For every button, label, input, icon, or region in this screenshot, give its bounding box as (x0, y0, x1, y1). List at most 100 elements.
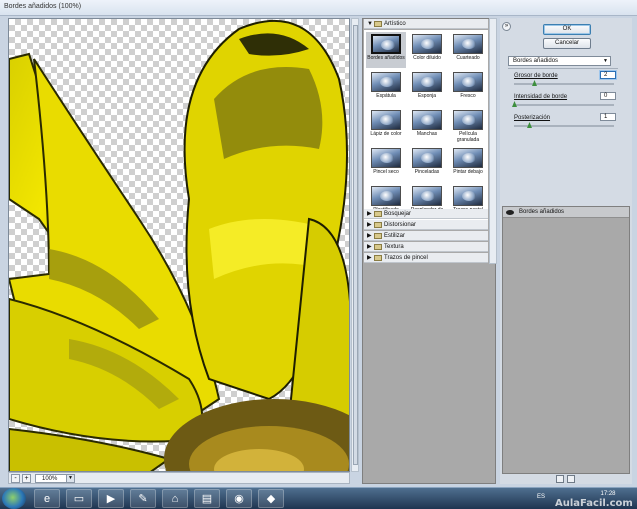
category-label: Trazos de pincel (384, 255, 428, 261)
chevron-down-icon: ▼ (603, 58, 608, 64)
filter-preview-image (412, 186, 442, 206)
filter-thumbnail[interactable]: Cuarteado (448, 32, 488, 68)
eye-icon[interactable] (506, 210, 514, 215)
filter-preview-image (371, 186, 401, 206)
preview-vertical-scrollbar[interactable] (351, 18, 359, 472)
filter-preview-image (412, 72, 442, 92)
parameter-label: Intensidad de borde (514, 94, 568, 100)
effect-layers: Bordes añadidos (502, 206, 630, 474)
zoom-select[interactable]: 100% ▼ (35, 474, 75, 483)
category-row[interactable]: ▶ Estilizar (364, 231, 488, 241)
category-row[interactable]: ▶ Trazos de pincel (364, 253, 488, 263)
chevron-right-icon: ▶ (367, 233, 372, 239)
filter-thumbnail-label: Pintar debajo (453, 169, 483, 175)
scrollbar-thumb[interactable] (353, 25, 358, 465)
app-icon[interactable]: ◆ (258, 489, 284, 508)
layer-name: Bordes añadidos (519, 209, 565, 215)
chevron-down-icon: ▼ (367, 21, 373, 27)
filter-thumbnail-label: Película granulada (456, 131, 480, 143)
filter-thumbnails: Bordes añadidos Color diluido Cuarteado Esp… (364, 30, 488, 226)
parameter-label: Posterización (514, 115, 551, 121)
filter-thumbnail[interactable]: Fresco (448, 70, 488, 106)
image-preview[interactable] (8, 18, 350, 472)
category-artistico[interactable]: ▼ Artístico (364, 19, 488, 29)
network-icon[interactable]: ⌂ (162, 489, 188, 508)
filter-thumbnail[interactable]: Color diluido (407, 32, 447, 68)
category-row[interactable]: ▶ Textura (364, 242, 488, 252)
parameter-slider-track[interactable] (514, 104, 614, 106)
category-label: Estilizar (384, 233, 406, 239)
chevron-right-icon: ▶ (367, 211, 372, 217)
category-row[interactable]: ▶ Distorsionar (364, 220, 488, 230)
category-label: Textura (384, 244, 404, 250)
window-title: Bordes añadidos (100%) (4, 3, 82, 10)
filter-preview-image (453, 186, 483, 206)
delete-layer-icon[interactable] (567, 475, 575, 483)
filter-thumbnail[interactable]: Pincel seco (366, 146, 406, 182)
paint-icon[interactable]: ✎ (130, 489, 156, 508)
filter-thumbnail-label: Bordes añadidos (367, 55, 405, 61)
filter-select-value: Bordes añadidos (513, 58, 559, 64)
parameter-row: Posterización 1 (514, 113, 616, 135)
folder-icon (374, 211, 382, 217)
filter-thumbnail[interactable]: Espátula (366, 70, 406, 106)
category-row[interactable]: ▶ Bosquejar (364, 209, 488, 219)
filter-preview-image (371, 148, 401, 168)
ok-button[interactable]: OK (543, 24, 591, 35)
chevron-down-icon: ▼ (66, 475, 74, 482)
chevron-right-icon: ▶ (367, 244, 372, 250)
filter-thumbnail[interactable]: Manchas (407, 108, 447, 144)
language-indicator[interactable]: ES (537, 494, 545, 500)
start-button[interactable] (2, 488, 26, 509)
filter-thumbnail[interactable]: Lápiz de color (366, 108, 406, 144)
zoom-out-button[interactable]: - (11, 474, 20, 483)
filter-thumbnail-label: Color diluido (413, 55, 441, 61)
parameter-row: Grosor de borde 2 (514, 71, 616, 93)
folder-icon (374, 244, 382, 250)
filter-thumbnail-label: Pincel seco (373, 169, 399, 175)
filter-thumbnail[interactable]: Pinceladas (407, 146, 447, 182)
filter-thumbnail-label: Fresco (460, 93, 476, 99)
zoom-bar: - + 100% ▼ (8, 472, 350, 484)
filter-thumbnail[interactable]: Pintar debajo (448, 146, 488, 182)
parameter-value-input[interactable]: 1 (600, 113, 616, 121)
category-label: Artístico (384, 21, 406, 27)
filter-thumbnail-label: Manchas (416, 131, 438, 137)
internet-explorer-icon[interactable]: e (34, 489, 60, 508)
parameter-slider-track[interactable] (514, 83, 614, 85)
folder-icon[interactable]: ▭ (66, 489, 92, 508)
new-layer-icon[interactable] (556, 475, 564, 483)
collapse-gallery-button[interactable]: » (502, 22, 511, 31)
chevron-right-icon: ▶ (367, 222, 372, 228)
filter-thumbnail-label: Cuarteado (456, 55, 480, 61)
cancel-button[interactable]: Cancelar (543, 38, 591, 49)
filter-preview-image (412, 148, 442, 168)
filter-preview-image (453, 110, 483, 130)
folder-icon (374, 222, 382, 228)
media-player-icon[interactable]: ▶ (98, 489, 124, 508)
zoom-in-button[interactable]: + (22, 474, 31, 483)
gallery-scrollbar[interactable] (489, 18, 497, 264)
chrome-icon[interactable]: ◉ (226, 489, 252, 508)
parameter-value-input[interactable]: 0 (600, 92, 616, 100)
parameter-row: Intensidad de borde 0 (512, 92, 616, 114)
filter-thumbnail-label: Esponja (417, 93, 437, 99)
clock[interactable]: 17:28 (596, 491, 620, 498)
filter-thumbnail-label: Espátula (376, 93, 396, 99)
printer-icon[interactable]: ▤ (194, 489, 220, 508)
parameter-value-input[interactable]: 2 (600, 71, 616, 79)
category-label: Distorsionar (384, 222, 417, 228)
filter-preview-image (453, 72, 483, 92)
filter-preview-image (371, 72, 401, 92)
watermark: AulaFacil.com (555, 498, 633, 509)
taskbar: e ▭ ▶ ✎ ⌂ ▤ ◉ ◆ ES 17:28 (0, 487, 637, 509)
filter-thumbnail[interactable]: Bordes añadidos (366, 32, 406, 68)
parameter-label: Grosor de borde (514, 73, 558, 79)
effect-layer-row[interactable]: Bordes añadidos (503, 207, 629, 218)
filter-thumbnail[interactable]: Película granulada (448, 108, 488, 144)
window-title-bar: Bordes añadidos (100%) (0, 0, 637, 16)
filter-preview-image (412, 110, 442, 130)
filter-select[interactable]: Bordes añadidos ▼ (508, 56, 611, 66)
filter-thumbnail[interactable]: Esponja (407, 70, 447, 106)
chevron-right-icon: ▶ (367, 255, 372, 261)
